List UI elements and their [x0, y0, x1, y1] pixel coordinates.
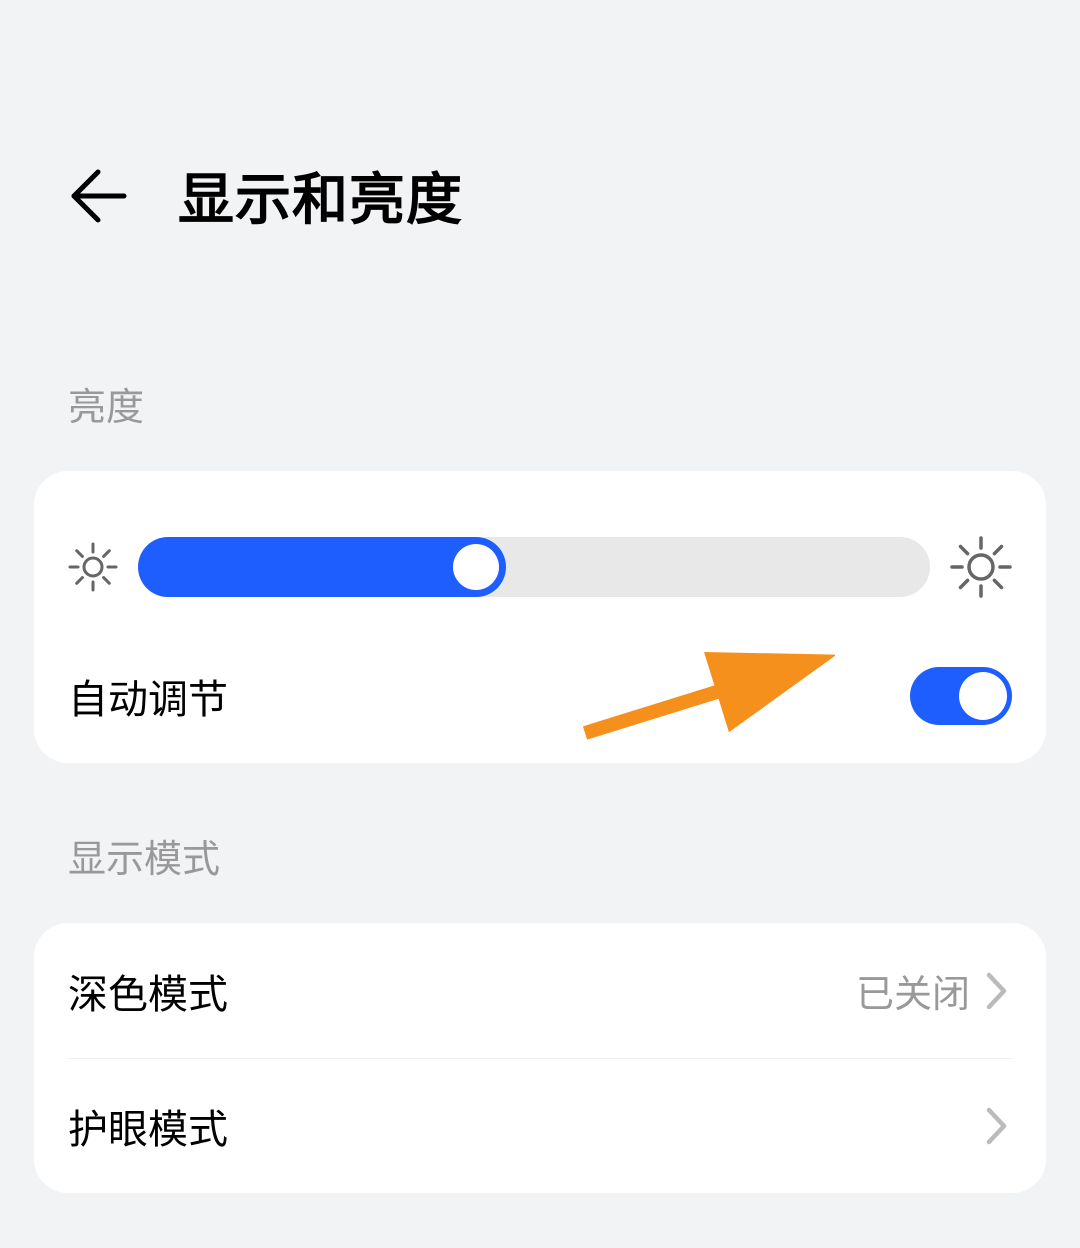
page-title: 显示和亮度	[178, 155, 463, 236]
brightness-low-icon	[68, 542, 118, 592]
display-mode-card: 深色模式 已关闭 护眼模式	[34, 923, 1046, 1193]
chevron-right-icon	[982, 976, 1012, 1006]
auto-brightness-label: 自动调节	[68, 667, 228, 725]
dark-mode-value: 已关闭	[856, 963, 970, 1018]
dark-mode-label: 深色模式	[68, 962, 228, 1020]
auto-brightness-row: 自动调节	[68, 628, 1012, 763]
brightness-card: 自动调节	[34, 471, 1046, 763]
brightness-slider[interactable]	[138, 537, 930, 597]
brightness-slider-thumb[interactable]	[453, 544, 499, 590]
toggle-knob	[959, 672, 1007, 720]
dark-mode-row[interactable]: 深色模式 已关闭	[68, 923, 1012, 1058]
chevron-right-icon	[982, 1111, 1012, 1141]
section-label-display-mode: 显示模式	[0, 828, 1080, 883]
section-label-brightness: 亮度	[0, 376, 1080, 431]
brightness-slider-fill	[138, 537, 506, 597]
auto-brightness-toggle[interactable]	[910, 667, 1012, 725]
eye-protection-label: 护眼模式	[68, 1097, 228, 1155]
brightness-high-icon	[950, 536, 1012, 598]
back-button[interactable]	[68, 166, 128, 226]
brightness-slider-row	[68, 536, 1012, 598]
eye-protection-row[interactable]: 护眼模式	[68, 1058, 1012, 1193]
